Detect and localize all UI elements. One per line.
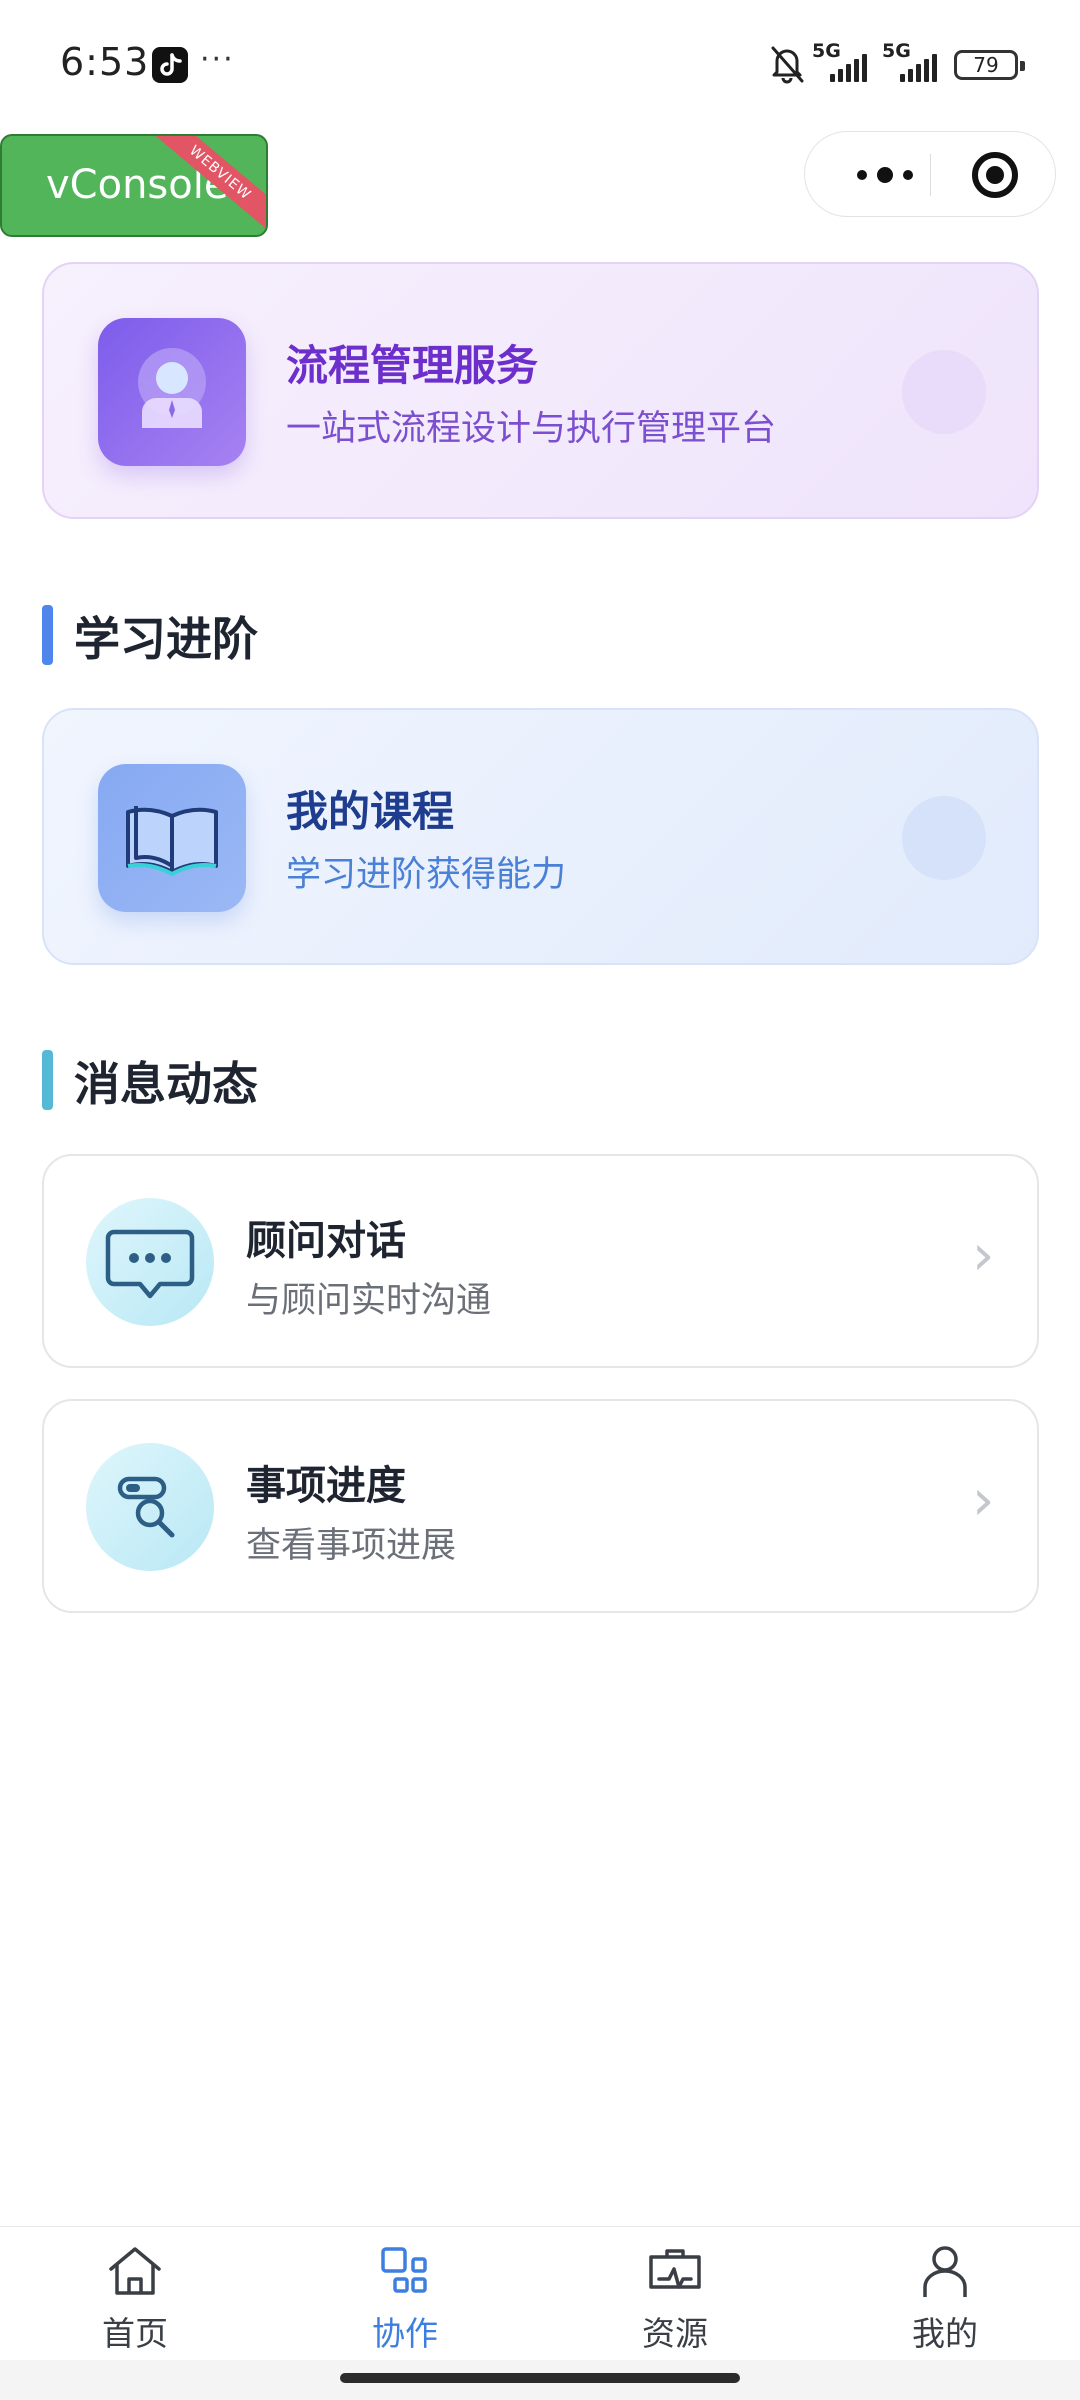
grid-icon: [381, 2247, 427, 2293]
tab-home[interactable]: 首页: [0, 2227, 270, 2361]
tab-mine-label: 我的: [912, 2314, 978, 2353]
task-progress-item[interactable]: 事项进度 查看事项进展 ›: [42, 1399, 1039, 1613]
bell-muted-icon: [768, 44, 806, 88]
tab-resources[interactable]: 资源: [540, 2227, 810, 2361]
status-time: 6:53: [60, 40, 150, 84]
chevron-right-icon: ›: [972, 1223, 995, 1288]
decorative-circle: [902, 350, 986, 434]
consultant-chat-item[interactable]: 顾问对话 与顾问实时沟通 ›: [42, 1154, 1039, 1368]
signal-1-icon: 5G: [812, 40, 872, 84]
bottom-tab-bar: 首页 协作 资源 我的: [0, 2226, 1080, 2360]
close-miniprogram-button[interactable]: [972, 152, 1018, 198]
process-user-icon: [98, 318, 246, 466]
course-card-subtitle: 学习进阶获得能力: [286, 855, 567, 895]
my-courses-card[interactable]: 我的课程 学习进阶获得能力: [42, 708, 1039, 965]
person-icon: [923, 2246, 967, 2297]
status-more-icon: ···: [200, 42, 235, 77]
section-accent-bar: [42, 605, 53, 665]
more-options-button[interactable]: [835, 132, 935, 218]
tab-collaborate-label: 协作: [372, 2314, 438, 2353]
consultant-chat-title: 顾问对话: [246, 1218, 406, 1264]
capsule-divider: [930, 154, 931, 196]
chevron-right-icon: ›: [972, 1468, 995, 1533]
decorative-circle: [902, 796, 986, 880]
tab-collaborate[interactable]: 协作: [270, 2227, 540, 2361]
signal-2-icon: 5G: [882, 40, 942, 84]
home-indicator-area: [0, 2360, 1080, 2400]
process-management-card[interactable]: 流程管理服务 一站式流程设计与执行管理平台: [42, 262, 1039, 519]
tab-mine[interactable]: 我的: [810, 2227, 1080, 2361]
capsule-menu: [804, 131, 1056, 217]
status-bar: 6:53 ··· 5G 5G 79: [0, 0, 1080, 130]
home-indicator[interactable]: [340, 2373, 740, 2383]
consultant-chat-subtitle: 与顾问实时沟通: [246, 1281, 492, 1321]
process-card-subtitle: 一站式流程设计与执行管理平台: [286, 409, 777, 449]
chat-bubble-icon: [86, 1198, 214, 1326]
briefcase-pulse-icon: [649, 2249, 701, 2289]
section-learning-title: 学习进阶: [74, 612, 258, 666]
section-messages-title: 消息动态: [74, 1057, 258, 1111]
battery-level: 79: [973, 53, 999, 77]
course-card-title: 我的课程: [286, 787, 455, 836]
section-accent-bar: [42, 1050, 53, 1110]
battery-icon: 79: [954, 50, 1025, 80]
search-progress-icon: [86, 1443, 214, 1571]
home-icon: [109, 2247, 161, 2295]
process-card-title: 流程管理服务: [286, 341, 539, 390]
open-book-icon: [98, 764, 246, 912]
tab-resources-label: 资源: [642, 2314, 708, 2353]
vconsole-button[interactable]: vConsole WEBVIEW: [0, 134, 268, 237]
task-progress-title: 事项进度: [246, 1463, 406, 1509]
tiktok-icon: [152, 47, 188, 83]
task-progress-subtitle: 查看事项进展: [246, 1526, 457, 1566]
tab-home-label: 首页: [102, 2314, 168, 2353]
